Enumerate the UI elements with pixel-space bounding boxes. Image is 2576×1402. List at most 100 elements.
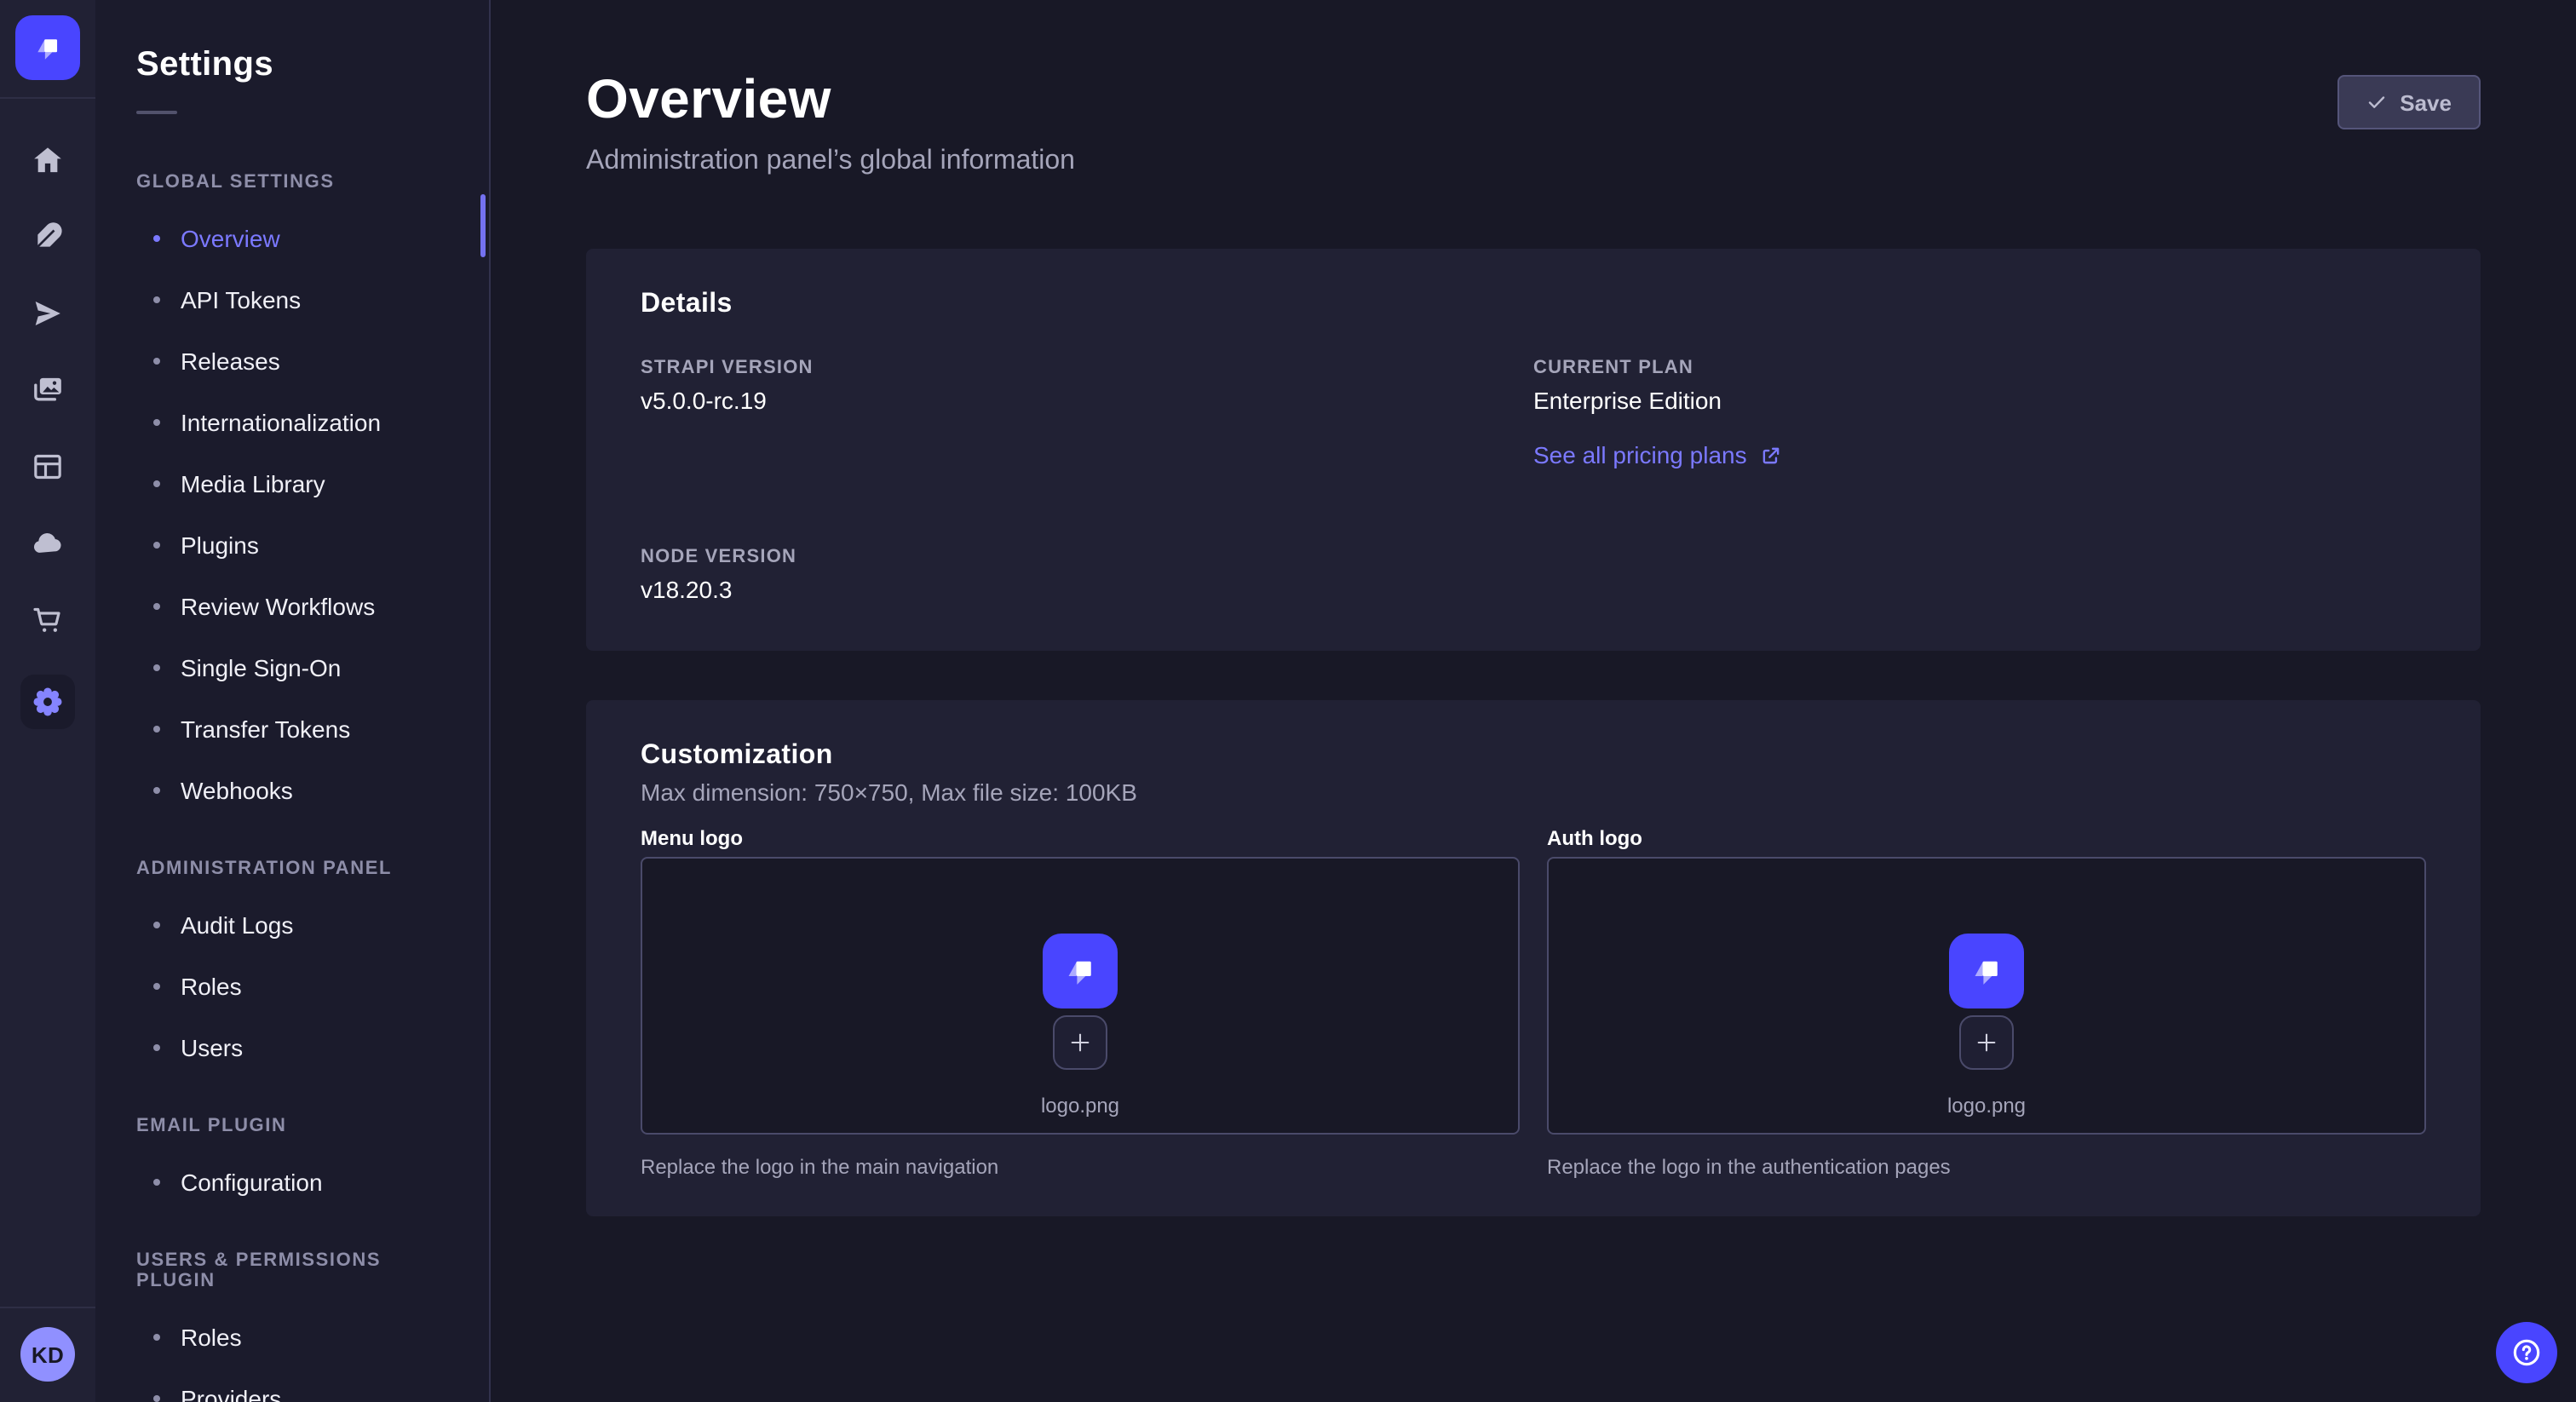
help-button[interactable] bbox=[2496, 1322, 2557, 1383]
subnav-section: Global Settings Overview API Tokens Rele… bbox=[95, 145, 489, 821]
subnav-item-roles[interactable]: Roles bbox=[95, 956, 489, 1017]
bullet-icon bbox=[153, 235, 160, 242]
subnav-item-label: Internationalization bbox=[181, 409, 381, 436]
workspace-logo-area bbox=[0, 0, 95, 99]
strapi-logo-glyph bbox=[1055, 945, 1106, 997]
customization-heading: Customization bbox=[641, 741, 2426, 772]
node-version-value: v18.20.3 bbox=[641, 576, 1533, 603]
node-version-label: Node Version bbox=[641, 547, 1533, 567]
subnav-section-label: Administration panel bbox=[95, 831, 489, 894]
main-nav: KD bbox=[0, 0, 95, 1402]
customization-constraints: Max dimension: 750×750, Max file size: 1… bbox=[641, 779, 2426, 806]
subnav-item-single-sign-on[interactable]: Single Sign-On bbox=[95, 637, 489, 698]
pricing-plans-link[interactable]: See all pricing plans bbox=[1533, 441, 1783, 468]
bullet-icon bbox=[153, 296, 160, 303]
subnav-item-label: Roles bbox=[181, 1324, 242, 1351]
gear-icon bbox=[29, 683, 66, 721]
strapi-logo-glyph bbox=[26, 26, 70, 70]
save-button[interactable]: Save bbox=[2337, 75, 2481, 129]
auth-logo-preview bbox=[1949, 934, 2024, 1008]
settings-subnav: Settings Global Settings Overview API To… bbox=[95, 0, 491, 1402]
layout-icon[interactable] bbox=[31, 450, 65, 484]
customization-card: Customization Max dimension: 750×750, Ma… bbox=[586, 700, 2481, 1216]
add-logo-button[interactable] bbox=[1053, 1015, 1107, 1070]
subnav-item-internationalization[interactable]: Internationalization bbox=[95, 392, 489, 453]
page-header: Overview Administration panel’s global i… bbox=[586, 0, 2481, 177]
subnav-item-overview[interactable]: Overview bbox=[95, 208, 489, 269]
subnav-item-audit-logs[interactable]: Audit Logs bbox=[95, 894, 489, 956]
send-icon[interactable] bbox=[31, 296, 65, 330]
active-item-indicator bbox=[480, 194, 486, 257]
page-header-text: Overview Administration panel’s global i… bbox=[586, 68, 1075, 177]
feather-icon[interactable] bbox=[31, 220, 65, 254]
media-library-icon[interactable] bbox=[31, 373, 65, 407]
subnav-item-plugins[interactable]: Plugins bbox=[95, 514, 489, 576]
current-plan-label: Current plan bbox=[1533, 358, 2426, 378]
subnav-section-label: Email plugin bbox=[95, 1089, 489, 1152]
auth-logo-label: Auth logo bbox=[1547, 826, 2426, 850]
bullet-icon bbox=[153, 1179, 160, 1186]
cart-icon[interactable] bbox=[31, 603, 65, 637]
subnav-header: Settings bbox=[95, 0, 489, 85]
subnav-sections: Global Settings Overview API Tokens Rele… bbox=[95, 114, 489, 1402]
subnav-item-review-workflows[interactable]: Review Workflows bbox=[95, 576, 489, 637]
subnav-item-list: Audit Logs Roles Users bbox=[95, 894, 489, 1078]
subnav-item-label: Configuration bbox=[181, 1169, 323, 1196]
avatar-area: KD bbox=[0, 1307, 95, 1402]
subnav-item-transfer-tokens[interactable]: Transfer Tokens bbox=[95, 698, 489, 760]
auth-logo-field: Auth logo bbox=[1547, 826, 2426, 1179]
subnav-section: Administration panel Audit Logs Roles Us… bbox=[95, 831, 489, 1078]
subnav-item-roles[interactable]: Roles bbox=[95, 1307, 489, 1368]
user-avatar[interactable]: KD bbox=[20, 1327, 75, 1382]
bullet-icon bbox=[153, 983, 160, 990]
subnav-item-label: Roles bbox=[181, 973, 242, 1000]
pricing-plans-link-label: See all pricing plans bbox=[1533, 441, 1747, 468]
auth-logo-hint: Replace the logo in the authentication p… bbox=[1547, 1155, 2426, 1179]
plus-icon bbox=[1068, 1031, 1092, 1054]
menu-logo-preview bbox=[1043, 934, 1118, 1008]
subnav-item-list: Roles Providers bbox=[95, 1307, 489, 1402]
bullet-icon bbox=[153, 1395, 160, 1402]
logo-fields: Menu logo bbox=[641, 826, 2426, 1179]
subnav-item-label: Users bbox=[181, 1034, 243, 1061]
subnav-item-users[interactable]: Users bbox=[95, 1017, 489, 1078]
cloud-icon[interactable] bbox=[31, 526, 65, 560]
subnav-section-label: Global Settings bbox=[95, 145, 489, 208]
node-version-field: Node Version v18.20.3 bbox=[641, 547, 1533, 603]
subnav-item-media-library[interactable]: Media Library bbox=[95, 453, 489, 514]
menu-logo-dropzone[interactable]: logo.png bbox=[641, 857, 1520, 1135]
add-logo-button[interactable] bbox=[1959, 1015, 2014, 1070]
bullet-icon bbox=[153, 726, 160, 733]
bullet-icon bbox=[153, 603, 160, 610]
menu-logo-label: Menu logo bbox=[641, 826, 1520, 850]
menu-logo-field: Menu logo bbox=[641, 826, 1520, 1179]
main-nav-icons bbox=[20, 99, 75, 729]
home-icon[interactable] bbox=[31, 143, 65, 177]
subnav-item-label: Releases bbox=[181, 348, 280, 375]
subnav-item-api-tokens[interactable]: API Tokens bbox=[95, 269, 489, 330]
external-link-icon bbox=[1761, 444, 1783, 466]
subnav-item-releases[interactable]: Releases bbox=[95, 330, 489, 392]
bullet-icon bbox=[153, 542, 160, 549]
strapi-version-label: Strapi Version bbox=[641, 358, 1533, 378]
subnav-item-label: Media Library bbox=[181, 470, 325, 497]
subnav-item-label: Audit Logs bbox=[181, 911, 293, 939]
auth-logo-dropzone[interactable]: logo.png bbox=[1547, 857, 2426, 1135]
subnav-item-providers[interactable]: Providers bbox=[95, 1368, 489, 1402]
subnav-item-configuration[interactable]: Configuration bbox=[95, 1152, 489, 1213]
page-title: Overview bbox=[586, 68, 1075, 131]
main-content: Overview Administration panel’s global i… bbox=[491, 0, 2576, 1402]
auth-logo-filename: logo.png bbox=[1947, 1094, 2026, 1118]
subnav-item-label: Providers bbox=[181, 1385, 281, 1402]
settings-nav-active[interactable] bbox=[20, 675, 75, 729]
subnav-item-label: Single Sign-On bbox=[181, 654, 341, 681]
subnav-item-label: Webhooks bbox=[181, 777, 293, 804]
menu-logo-hint: Replace the logo in the main navigation bbox=[641, 1155, 1520, 1179]
details-heading: Details bbox=[641, 290, 2426, 320]
page-subtitle: Administration panel’s global informatio… bbox=[586, 147, 1075, 177]
subnav-item-webhooks[interactable]: Webhooks bbox=[95, 760, 489, 821]
subnav-section: Email plugin Configuration bbox=[95, 1089, 489, 1213]
current-plan-value: Enterprise Edition bbox=[1533, 387, 2426, 414]
plus-icon bbox=[1975, 1031, 1998, 1054]
strapi-logo[interactable] bbox=[15, 15, 80, 80]
